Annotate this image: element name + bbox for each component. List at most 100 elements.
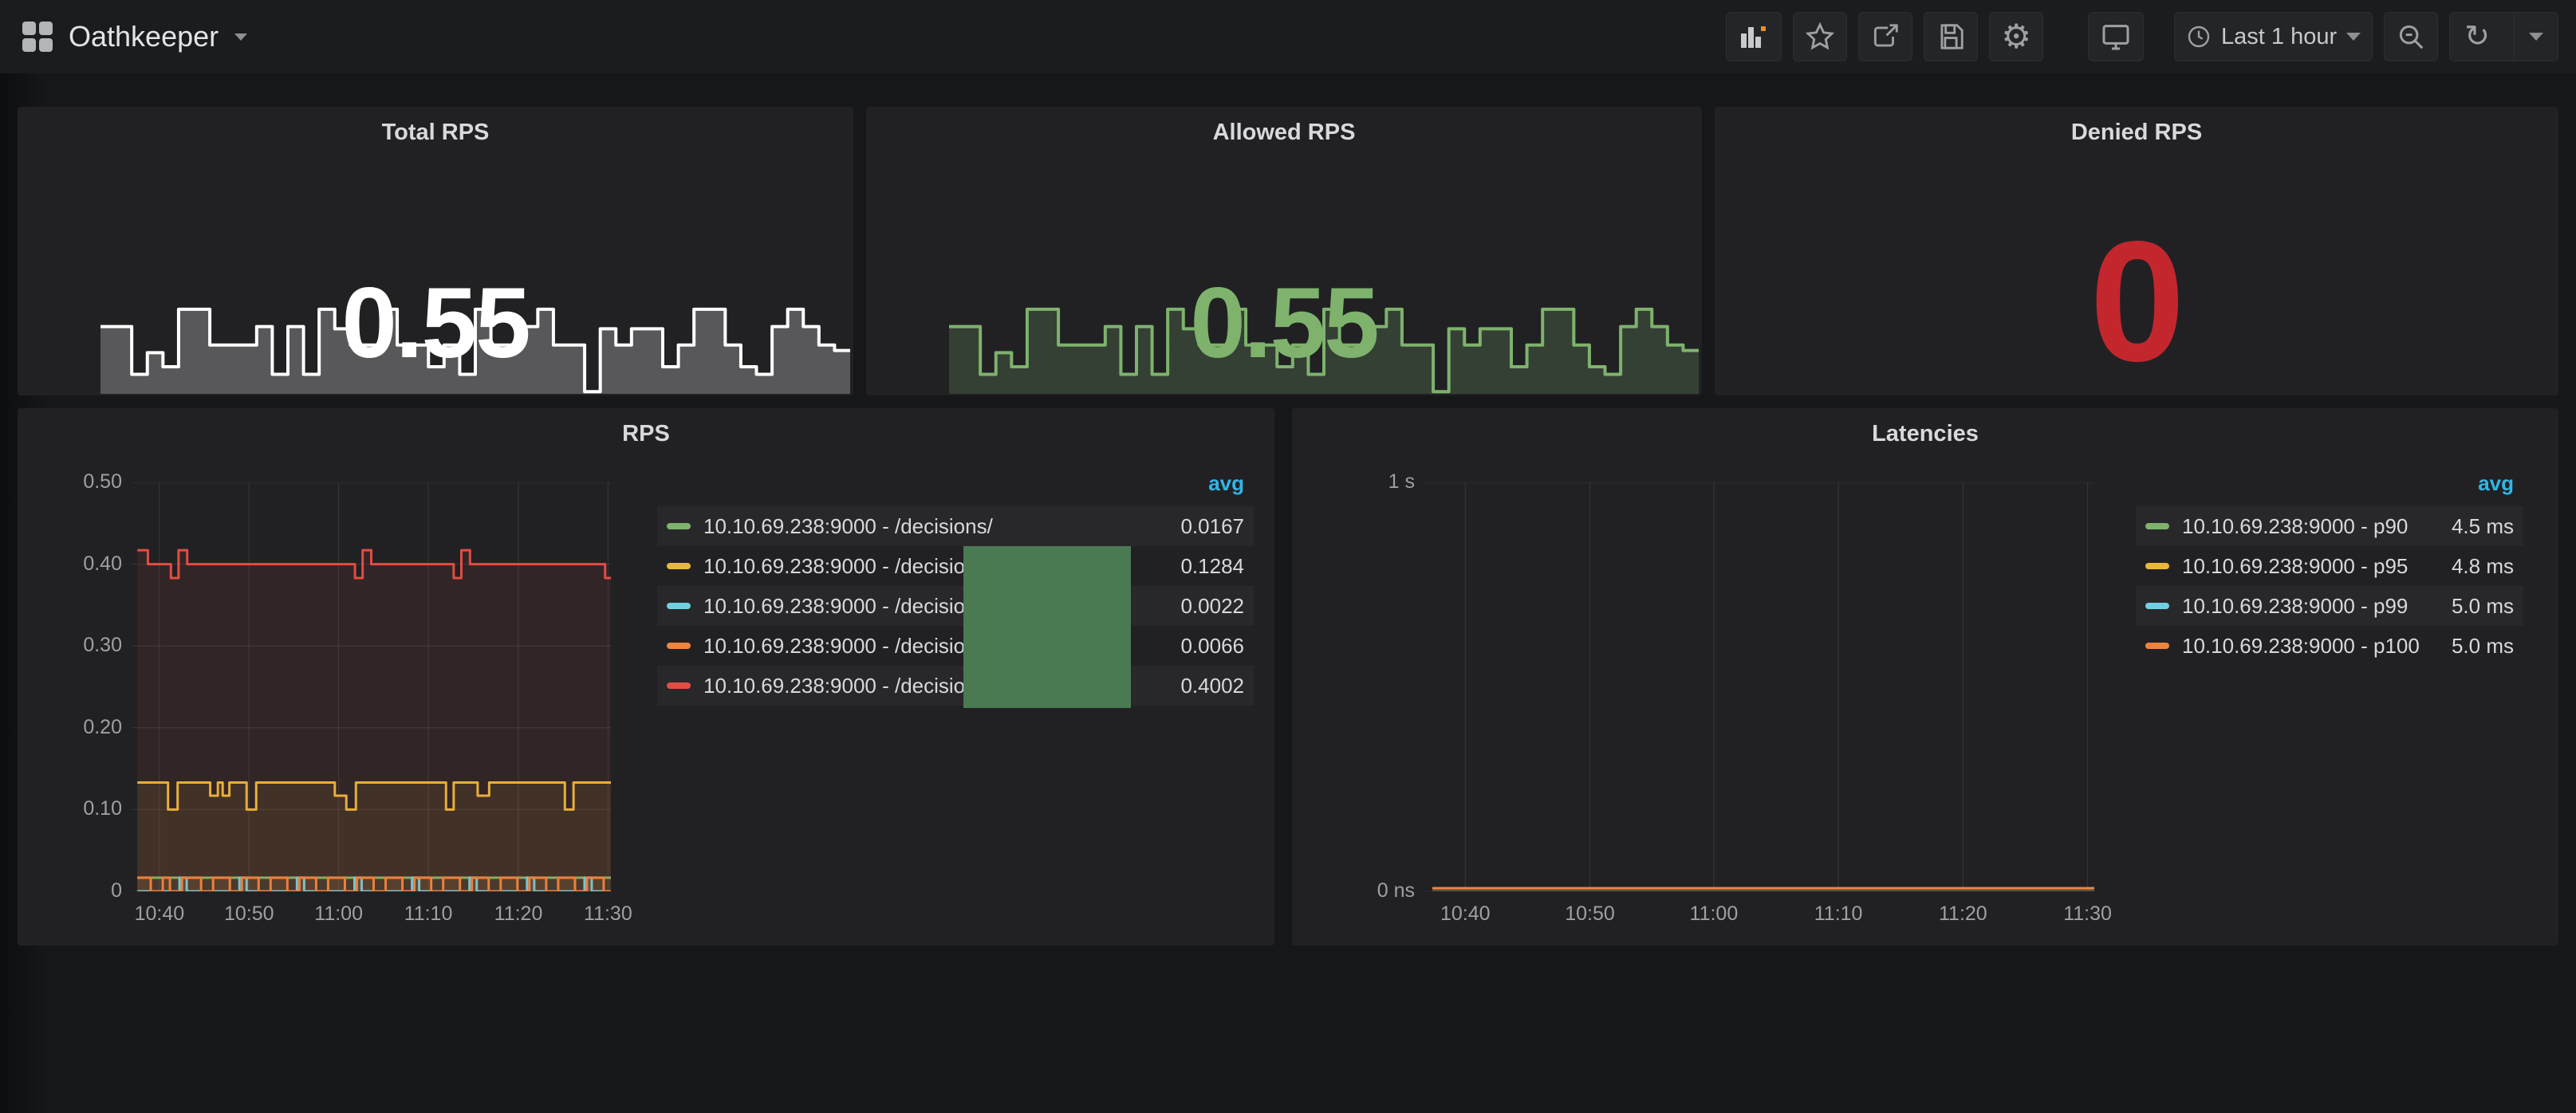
refresh-button-group: ↻ <box>2449 12 2558 61</box>
legend-row[interactable]: 10.10.69.238:9000 - /decisions/0.0022 <box>657 586 1254 626</box>
y-axis-label: 0.10 <box>28 797 122 820</box>
legend-row[interactable]: 10.10.69.238:9000 - p1005.0 ms <box>2136 626 2523 666</box>
legend-series-label[interactable]: 10.10.69.238:9000 - /decisions/ <box>703 514 993 539</box>
panel-rps: RPS 0.500.400.300.200.10010:4010:5011:00… <box>18 408 1274 946</box>
x-axis-label: 10:50 <box>201 903 297 926</box>
legend-row[interactable]: 10.10.69.238:9000 - p95 4.8 ms <box>2136 546 2523 586</box>
legend-avg-value: 0.0167 <box>1180 514 1244 539</box>
legend-avg-value: 4.8 ms <box>2452 554 2514 579</box>
panel-allowed-rps: Allowed RPS 0.55 <box>866 107 1702 395</box>
settings-button[interactable]: ⚙ <box>1989 12 2043 61</box>
panel-title[interactable]: RPS <box>18 421 1274 447</box>
panel-latencies: Latencies 1 s 0 ns10:40 10:50 11:00 11:10 11:… <box>1292 408 2558 946</box>
grafana-dashboard: Oathkeeper <box>0 0 2576 1113</box>
x-axis-label: 11:10 <box>1790 903 1886 926</box>
cycle-view-button[interactable] <box>2088 12 2144 61</box>
y-axis-label: 0.20 <box>28 716 122 739</box>
zoom-out-button[interactable] <box>2384 12 2438 61</box>
allowed-rps-sparkline <box>949 285 1699 394</box>
add-panel-icon <box>1738 21 1770 53</box>
x-axis-label: 11:20 <box>1915 903 2011 926</box>
star-button[interactable] <box>1793 12 1847 61</box>
legend-avg-value: 4.5 ms <box>2452 514 2514 539</box>
green-overlay <box>963 546 1131 708</box>
legend-avg-value: 0.1284 <box>1180 554 1244 579</box>
y-axis-label: 0 ns <box>1321 879 1415 903</box>
legend-row[interactable]: 10.10.69.238:9000 - /decisions/0.4002 <box>657 666 1254 706</box>
stat-value-denied: 0 <box>1715 203 2558 400</box>
x-axis-label: 11:00 <box>1666 903 1762 926</box>
legend-series-label[interactable]: 10.10.69.238:9000 - /decisions/ <box>703 674 993 698</box>
add-panel-button[interactable] <box>1726 12 1782 61</box>
x-axis-label: 10:40 <box>112 903 207 926</box>
dashboard-title-dropdown[interactable]: Oathkeeper <box>69 20 219 53</box>
total-rps-sparkline <box>100 285 850 394</box>
legend-row[interactable]: 10.10.69.238:9000 - /decisions/0.1284 <box>657 546 1254 586</box>
legend-color-swatch[interactable] <box>667 523 691 529</box>
legend-header-avg[interactable]: avg <box>1208 471 1244 496</box>
legend-row[interactable]: 10.10.69.238:9000 - /decisions/0.0066 <box>657 626 1254 666</box>
legend-row[interactable]: 10.10.69.238:9000 - p90 4.5 ms <box>2136 506 2523 546</box>
refresh-button[interactable]: ↻ <box>2450 12 2504 61</box>
legend-color-swatch[interactable] <box>667 643 691 649</box>
legend-avg-value: 0.0022 <box>1180 594 1244 619</box>
time-range-picker[interactable]: Last 1 hour <box>2174 12 2373 61</box>
star-icon <box>1805 22 1835 52</box>
legend-row[interactable]: 10.10.69.238:9000 - /decisions/0.0167 <box>657 506 1254 546</box>
legend-color-swatch[interactable] <box>667 682 691 689</box>
legend-color-swatch[interactable] <box>2145 563 2169 569</box>
legend-avg-value: 5.0 ms <box>2452 594 2514 619</box>
legend-color-swatch[interactable] <box>667 563 691 569</box>
refresh-icon: ↻ <box>2464 22 2490 52</box>
legend-series-label[interactable]: 10.10.69.238:9000 - p95 <box>2182 554 2408 579</box>
y-axis-label: 0.40 <box>28 553 122 576</box>
x-axis-label: 11:10 <box>380 903 476 926</box>
x-axis-label: 11:00 <box>291 903 387 926</box>
legend-series-label[interactable]: 10.10.69.238:9000 - p90 <box>2182 514 2408 539</box>
legend-color-swatch[interactable] <box>667 603 691 609</box>
rps-plot-area[interactable] <box>132 482 611 891</box>
legend-series-label[interactable]: 10.10.69.238:9000 - p100 <box>2182 634 2420 659</box>
legend-avg-value: 0.4002 <box>1180 674 1244 698</box>
panel-title[interactable]: Denied RPS <box>1715 120 2558 146</box>
chevron-down-icon <box>2346 33 2361 41</box>
legend-header-avg[interactable]: avg <box>2478 471 2514 496</box>
chevron-down-icon[interactable] <box>234 33 247 41</box>
legend-row[interactable]: 10.10.69.238:9000 - p99 5.0 ms <box>2136 586 2523 626</box>
latencies-legend: avg 10.10.69.238:9000 - p904.5 ms10.10.6… <box>2136 506 2523 666</box>
x-axis-label: 10:40 <box>1417 903 1513 926</box>
dashboards-grid-icon[interactable] <box>22 22 53 52</box>
save-icon <box>1936 22 1966 52</box>
legend-avg-value: 0.0066 <box>1180 634 1244 659</box>
zoom-out-icon <box>2396 22 2426 52</box>
time-range-label: Last 1 hour <box>2221 24 2337 50</box>
legend-color-swatch[interactable] <box>2145 603 2169 609</box>
x-axis-label: 11:30 <box>560 903 656 926</box>
latencies-plot-area[interactable] <box>1424 482 2094 891</box>
y-axis-label: 0 <box>28 879 122 903</box>
save-button[interactable] <box>1924 12 1978 61</box>
legend-series-label[interactable]: 10.10.69.238:9000 - /decisions/ <box>703 634 993 659</box>
gear-icon: ⚙ <box>2001 20 2031 53</box>
refresh-interval-dropdown[interactable] <box>2514 12 2558 61</box>
x-axis-label: 10:50 <box>1542 903 1637 926</box>
panel-title[interactable]: Latencies <box>1292 421 2558 447</box>
chevron-down-icon <box>2529 33 2543 41</box>
legend-series-label[interactable]: 10.10.69.238:9000 - /decisions/ <box>703 554 993 579</box>
x-axis-label: 11:20 <box>471 903 566 926</box>
panel-title[interactable]: Total RPS <box>18 120 853 146</box>
y-axis-label: 1 s <box>1321 470 1415 494</box>
navbar: Oathkeeper <box>0 0 2576 73</box>
share-button[interactable] <box>1858 12 1912 61</box>
legend-series-label[interactable]: 10.10.69.238:9000 - /decisions/ <box>703 594 993 619</box>
legend-series-label[interactable]: 10.10.69.238:9000 - p99 <box>2182 594 2408 619</box>
rps-legend: avg 10.10.69.238:9000 - /decisions/0.016… <box>657 506 1254 706</box>
y-axis-label: 0.50 <box>28 470 122 494</box>
monitor-icon <box>2100 21 2132 53</box>
x-axis-label: 11:30 <box>2040 903 2136 926</box>
legend-color-swatch[interactable] <box>2145 643 2169 649</box>
legend-color-swatch[interactable] <box>2145 523 2169 529</box>
panel-title[interactable]: Allowed RPS <box>866 120 1702 146</box>
clock-icon <box>2186 24 2212 49</box>
share-icon <box>1870 22 1900 52</box>
